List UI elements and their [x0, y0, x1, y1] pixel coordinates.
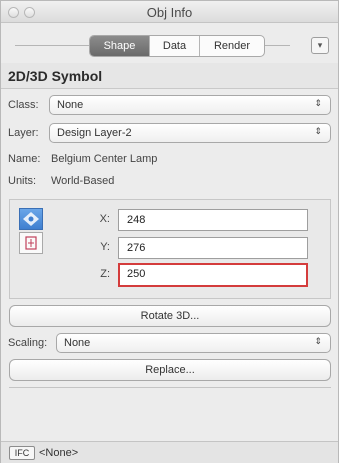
section-divider — [9, 387, 331, 388]
tab-render[interactable]: Render — [200, 36, 264, 56]
scaling-label: Scaling: — [8, 337, 48, 349]
tab-row: Shape Data Render ▾ — [1, 23, 338, 63]
x-value: 248 — [127, 214, 146, 226]
object-type-title: 2D/3D Symbol — [8, 68, 103, 84]
y-value: 276 — [127, 242, 146, 254]
coordinate-group: X: 248 Y: 276 Z: 250 — [9, 199, 331, 299]
z-value: 250 — [127, 268, 146, 280]
popup-arrows-icon: ⇕ — [314, 98, 322, 108]
ifc-button[interactable]: IFC — [9, 446, 35, 460]
palette-menu-icon[interactable]: ▾ — [311, 37, 329, 54]
class-label: Class: — [8, 99, 39, 111]
popup-arrows-icon: ⇕ — [314, 336, 322, 346]
layer-popup[interactable]: Design Layer-2 ⇕ — [49, 123, 331, 143]
name-label: Name: — [8, 153, 41, 165]
ifc-status: <None> — [39, 447, 79, 459]
x-field[interactable]: 248 — [118, 209, 308, 231]
scaling-value: None — [64, 337, 91, 349]
replace-button[interactable]: Replace... — [9, 359, 331, 381]
object-type-header: 2D/3D Symbol — [1, 63, 338, 89]
rotate-3d-button[interactable]: Rotate 3D... — [9, 305, 331, 327]
tab-segmented-control: Shape Data Render — [89, 35, 265, 57]
y-field[interactable]: 276 — [118, 237, 308, 259]
title-bar[interactable]: Obj Info — [1, 1, 338, 23]
y-label: Y: — [100, 241, 110, 253]
status-footer: IFC <None> — [1, 441, 338, 463]
units-value: World-Based — [51, 175, 115, 187]
layer-label: Layer: — [8, 127, 39, 139]
popup-arrows-icon: ⇕ — [314, 126, 322, 136]
layer-value: Design Layer-2 — [57, 127, 132, 139]
class-popup[interactable]: None ⇕ — [49, 95, 331, 115]
x-label: X: — [99, 213, 110, 225]
3d-locus-icon[interactable] — [19, 208, 43, 230]
class-value: None — [57, 99, 84, 111]
2d-locus-icon[interactable] — [19, 232, 43, 254]
z-field[interactable]: 250 — [118, 263, 308, 287]
z-label: Z: — [100, 268, 110, 280]
tab-data[interactable]: Data — [150, 36, 200, 56]
name-value: Belgium Center Lamp — [51, 153, 158, 165]
scaling-popup[interactable]: None ⇕ — [56, 333, 331, 353]
units-label: Units: — [8, 175, 37, 187]
obj-info-palette: Obj Info Shape Data Render ▾ 2D/3D Symbo… — [0, 0, 339, 463]
tab-shape[interactable]: Shape — [90, 36, 150, 56]
window-title: Obj Info — [146, 5, 193, 20]
